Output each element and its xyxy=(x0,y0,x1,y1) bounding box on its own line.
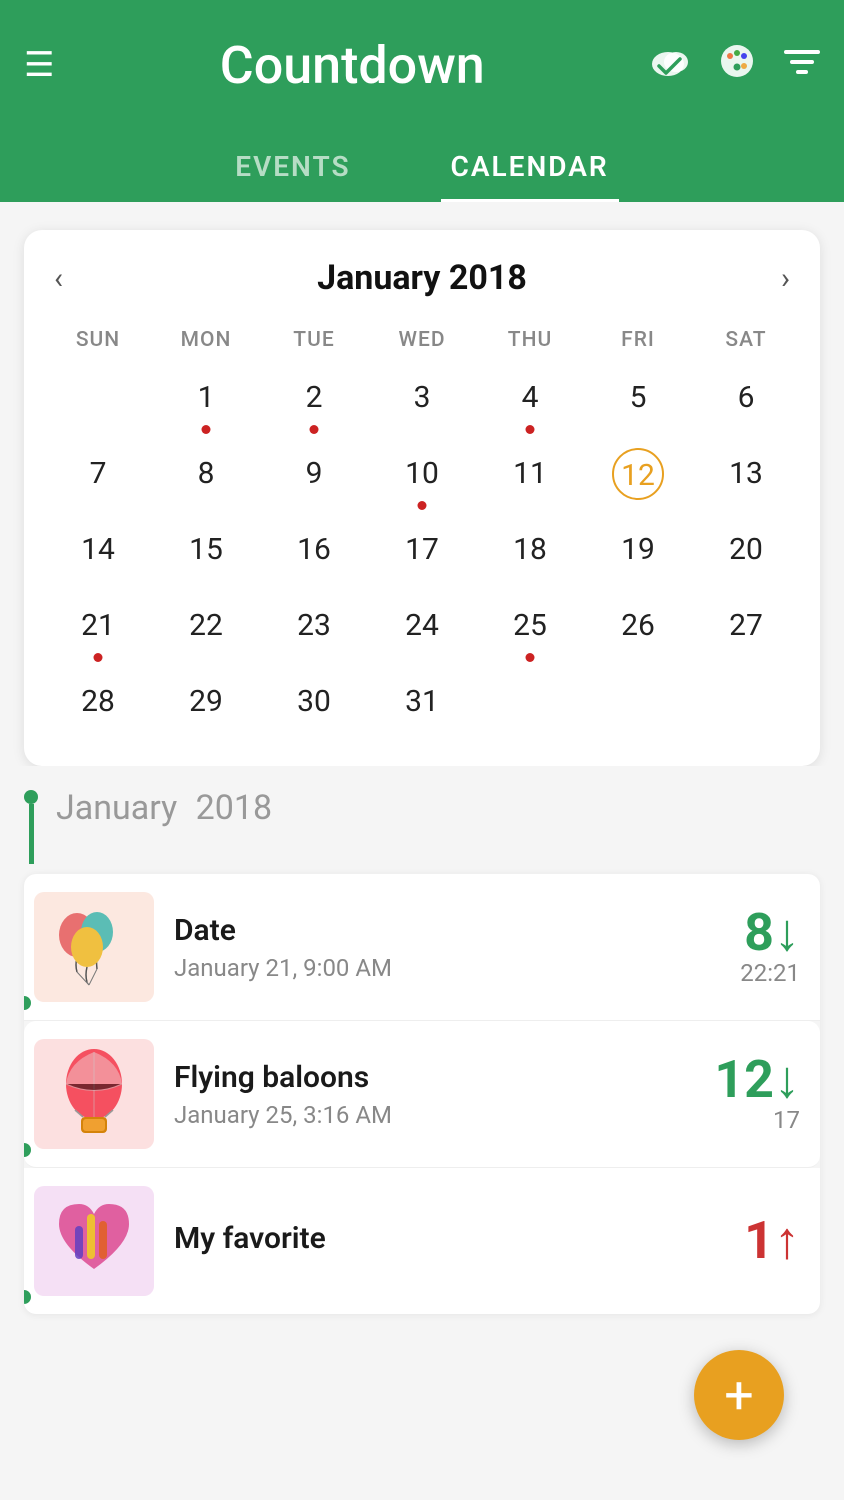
month-label-row: January 2018 xyxy=(24,786,820,864)
header: ☰ Countdown xyxy=(0,0,844,130)
calendar-week-row: 28293031 xyxy=(44,666,800,742)
calendar-day-cell xyxy=(476,666,584,742)
calendar-day-cell xyxy=(692,666,800,742)
calendar-day-cell[interactable]: 19 xyxy=(584,514,692,590)
calendar-week-row: 14151617181920 xyxy=(44,514,800,590)
calendar-header: ‹ January 2018 › xyxy=(44,258,800,298)
event-count-number: 8↓ xyxy=(710,907,800,959)
calendar-day-cell[interactable]: 14 xyxy=(44,514,152,590)
calendar-day-cell[interactable]: 10 xyxy=(368,438,476,514)
event-name: Flying baloons xyxy=(174,1060,710,1095)
event-list-item[interactable]: Date January 21, 9:00 AM8↓ 22:21 xyxy=(24,874,820,1021)
filter-icon[interactable] xyxy=(784,45,820,85)
event-name: My favorite xyxy=(174,1221,710,1256)
calendar-day-cell[interactable]: 31 xyxy=(368,666,476,742)
event-date: January 25, 3:16 AM xyxy=(174,1101,710,1129)
calendar-day-cell[interactable]: 22 xyxy=(152,590,260,666)
weekday-sat: SAT xyxy=(692,322,800,362)
next-month-button[interactable]: › xyxy=(771,261,800,296)
calendar-card: ‹ January 2018 › SUN MON TUE WED THU FRI… xyxy=(24,230,820,766)
calendar-day-cell[interactable]: 30 xyxy=(260,666,368,742)
event-count-number: 1↑ xyxy=(710,1215,800,1267)
weekday-fri: FRI xyxy=(584,322,692,362)
calendar-day-cell[interactable]: 28 xyxy=(44,666,152,742)
event-date: January 21, 9:00 AM xyxy=(174,954,710,982)
weekday-thu: THU xyxy=(476,322,584,362)
event-name: Date xyxy=(174,913,710,948)
event-info: Date January 21, 9:00 AM xyxy=(174,913,710,982)
event-countdown: 1↑ xyxy=(710,1215,800,1267)
event-timeline-dot xyxy=(24,1143,31,1157)
event-time-left: 17 xyxy=(710,1106,800,1134)
calendar-grid: SUN MON TUE WED THU FRI SAT 123456789101… xyxy=(44,322,800,742)
event-info: Flying baloons January 25, 3:16 AM xyxy=(174,1060,710,1129)
event-thumbnail xyxy=(34,892,154,1002)
calendar-day-cell[interactable]: 18 xyxy=(476,514,584,590)
calendar-day-cell xyxy=(584,666,692,742)
calendar-day-cell[interactable]: 1 xyxy=(152,362,260,438)
timeline-vert xyxy=(29,804,34,864)
calendar-day-cell[interactable]: 6 xyxy=(692,362,800,438)
cloud-check-icon[interactable] xyxy=(650,44,690,87)
calendar-week-row: 78910111213 xyxy=(44,438,800,514)
calendar-day-cell[interactable]: 16 xyxy=(260,514,368,590)
weekday-tue: TUE xyxy=(260,322,368,362)
calendar-day-cell[interactable]: 23 xyxy=(260,590,368,666)
calendar-day-cell[interactable]: 9 xyxy=(260,438,368,514)
calendar-day-cell[interactable]: 7 xyxy=(44,438,152,514)
calendar-day-cell[interactable]: 2 xyxy=(260,362,368,438)
calendar-day-cell xyxy=(44,362,152,438)
calendar-day-cell[interactable]: 24 xyxy=(368,590,476,666)
calendar-day-cell[interactable]: 27 xyxy=(692,590,800,666)
event-timeline-dot xyxy=(24,1290,31,1304)
event-list-item[interactable]: My favorite 1↑ xyxy=(24,1168,820,1314)
calendar-week-row: 21222324252627 xyxy=(44,590,800,666)
weekday-wed: WED xyxy=(368,322,476,362)
weekday-header-row: SUN MON TUE WED THU FRI SAT xyxy=(44,322,800,362)
app-title: Countdown xyxy=(220,35,485,96)
tab-bar: EVENTS CALENDAR xyxy=(0,130,844,202)
calendar-day-cell[interactable]: 15 xyxy=(152,514,260,590)
tab-calendar[interactable]: CALENDAR xyxy=(441,130,619,202)
event-count-number: 12↓ xyxy=(710,1054,800,1106)
calendar-day-cell[interactable]: 8 xyxy=(152,438,260,514)
event-info: My favorite xyxy=(174,1221,710,1262)
palette-icon[interactable] xyxy=(718,42,756,89)
calendar-day-cell[interactable]: 26 xyxy=(584,590,692,666)
calendar-day-cell[interactable]: 20 xyxy=(692,514,800,590)
event-countdown: 12↓ 17 xyxy=(710,1054,800,1134)
calendar-day-cell[interactable]: 13 xyxy=(692,438,800,514)
timeline-line xyxy=(24,786,38,864)
event-list: January 2018 Date January 21, 9:00 AM8↓ … xyxy=(0,766,844,1414)
add-event-fab[interactable]: + xyxy=(694,1350,784,1440)
weekday-mon: MON xyxy=(152,322,260,362)
calendar-day-cell[interactable]: 4 xyxy=(476,362,584,438)
event-countdown: 8↓ 22:21 xyxy=(710,907,800,987)
menu-icon[interactable]: ☰ xyxy=(24,45,54,85)
month-title: January 2018 xyxy=(317,258,527,298)
event-thumbnail xyxy=(34,1039,154,1149)
event-time-left: 22:21 xyxy=(710,959,800,987)
events-month-label: January 2018 xyxy=(56,788,272,828)
calendar-day-cell[interactable]: 25 xyxy=(476,590,584,666)
calendar-day-cell[interactable]: 5 xyxy=(584,362,692,438)
timeline-dot xyxy=(24,790,38,804)
event-list-item[interactable]: Flying baloons January 25, 3:16 AM12↓ 17 xyxy=(24,1021,820,1168)
calendar-week-row: 123456 xyxy=(44,362,800,438)
event-timeline-dot xyxy=(24,996,31,1010)
calendar-day-cell[interactable]: 29 xyxy=(152,666,260,742)
tab-events[interactable]: EVENTS xyxy=(225,130,360,202)
calendar-day-cell[interactable]: 12 xyxy=(584,438,692,514)
calendar-day-cell[interactable]: 11 xyxy=(476,438,584,514)
weekday-sun: SUN xyxy=(44,322,152,362)
header-actions xyxy=(650,42,820,89)
calendar-day-cell[interactable]: 3 xyxy=(368,362,476,438)
events-container: Date January 21, 9:00 AM8↓ 22:21 Flying … xyxy=(24,874,820,1314)
event-thumbnail xyxy=(34,1186,154,1296)
calendar-day-cell[interactable]: 17 xyxy=(368,514,476,590)
calendar-day-cell[interactable]: 21 xyxy=(44,590,152,666)
prev-month-button[interactable]: ‹ xyxy=(44,261,73,296)
